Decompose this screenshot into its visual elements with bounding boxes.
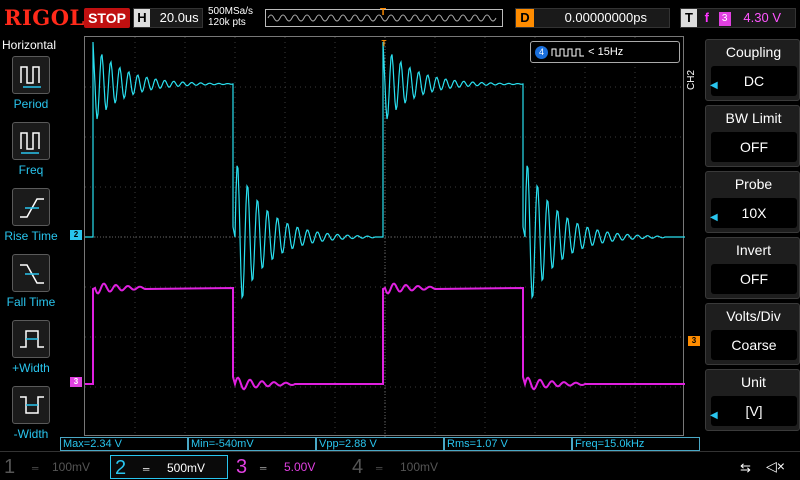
- left-arrow-icon: ◀: [710, 212, 718, 223]
- coupling-value: DC: [711, 66, 797, 96]
- dc-coupling-icon: ═: [32, 463, 39, 473]
- probe-title: Probe: [734, 176, 773, 192]
- waveform-canvas: [85, 37, 685, 437]
- measurement-min[interactable]: Min=-540mV: [188, 437, 316, 451]
- invert-item[interactable]: Invert OFF: [705, 237, 800, 299]
- sample-rate: 500MSa/s: [208, 6, 254, 17]
- measure-freq-item[interactable]: Freq: [0, 122, 60, 186]
- delay-box[interactable]: D 0.00000000ps: [515, 8, 670, 28]
- measure-neg-width-item[interactable]: -Width: [0, 386, 60, 450]
- measure-fall-time-item[interactable]: Fall Time: [0, 254, 60, 318]
- channel-2-box[interactable]: 2 ═ 500mV: [110, 455, 228, 479]
- channel-4-box[interactable]: 4 ═ 100mV: [348, 455, 458, 479]
- unit-item[interactable]: Unit [V] ◀: [705, 369, 800, 431]
- ch2-offset-marker[interactable]: 2: [70, 230, 82, 240]
- channel-bar: 1 ═ 100mV 2 ═ 500mV 3 ═ 5.00V 4 ═ 100mV …: [0, 451, 800, 480]
- top-status-bar: RIGOL STOP H 20.0us 500MSa/s 120k pts T …: [0, 0, 800, 36]
- delay-label: D: [516, 9, 534, 27]
- run-stop-status[interactable]: STOP: [84, 8, 130, 28]
- trigger-level-marker[interactable]: 3: [688, 336, 700, 346]
- bw-limit-title: BW Limit: [725, 110, 782, 126]
- channel-4-number: 4: [352, 456, 364, 478]
- trigger-box[interactable]: T f 3 4.30 V: [680, 8, 796, 28]
- frequency-counter: 4 < 15Hz: [530, 41, 680, 63]
- measure-period-item[interactable]: Period: [0, 56, 60, 120]
- bw-limit-item[interactable]: BW Limit OFF: [705, 105, 800, 167]
- measure-menu: Horizontal Period Freq Rise Time Fall Ti…: [0, 36, 60, 446]
- left-arrow-icon: ◀: [710, 80, 718, 91]
- speaker-muted-icon[interactable]: ◁×: [766, 458, 785, 475]
- timebase-value: 20.0us: [159, 10, 199, 25]
- rise-time-label: Rise Time: [4, 229, 58, 243]
- ch2-menu-tag: CH2: [686, 70, 697, 91]
- volts-div-value: Coarse: [711, 330, 797, 360]
- probe-item[interactable]: Probe 10X ◀: [705, 171, 800, 233]
- coupling-item[interactable]: Coupling DC ◀: [705, 39, 800, 101]
- trigger-position-marker[interactable]: T: [378, 39, 390, 49]
- channel-3-scale: 5.00V: [284, 460, 316, 474]
- rigol-logo: RIGOL: [4, 5, 85, 30]
- channel-3-box[interactable]: 3 ═ 5.00V: [232, 455, 342, 479]
- square-wave-icon: [551, 48, 585, 57]
- trigger-source: 3: [718, 12, 731, 26]
- channel-2-scale: 500mV: [167, 461, 206, 475]
- channel-menu: Coupling DC ◀ BW Limit OFF Probe 10X ◀ I…: [705, 36, 800, 446]
- dc-coupling-icon: ═: [260, 463, 267, 473]
- dc-coupling-icon: ═: [143, 464, 150, 474]
- invert-value: OFF: [711, 264, 797, 294]
- measurement-bar: Max=2.34 V Min=-540mV Vpp=2.88 V Rms=1.0…: [60, 437, 700, 451]
- counter-value: < 15Hz: [588, 46, 624, 58]
- rise-time-icon: [12, 188, 50, 226]
- delay-value: 0.00000000ps: [564, 10, 647, 25]
- waveform-display[interactable]: [84, 36, 685, 437]
- freq-label: Freq: [18, 163, 44, 177]
- ch3-offset-marker[interactable]: 3: [70, 377, 82, 387]
- fall-time-icon: [12, 254, 50, 292]
- channel-1-box[interactable]: 1 ═ 100mV: [0, 455, 110, 479]
- memory-trigger-marker: T: [380, 7, 387, 18]
- pos-width-icon: [12, 320, 50, 358]
- invert-title: Invert: [735, 242, 771, 258]
- volts-div-title: Volts/Div: [726, 308, 781, 324]
- dc-coupling-icon: ═: [376, 463, 383, 473]
- period-label: Period: [13, 97, 49, 111]
- memory-depth: 120k pts: [208, 17, 246, 28]
- channel-3-number: 3: [236, 456, 248, 478]
- channel-2-number: 2: [115, 457, 127, 479]
- pos-width-label: +Width: [12, 361, 50, 375]
- probe-value: 10X: [711, 198, 797, 228]
- bw-limit-value: OFF: [711, 132, 797, 162]
- acquisition-info: 500MSa/s 120k pts: [208, 6, 253, 28]
- menu-title: Horizontal: [2, 38, 57, 52]
- timebase-box[interactable]: H 20.0us: [133, 8, 203, 28]
- horizontal-label: H: [134, 9, 150, 27]
- left-arrow-icon: ◀: [710, 410, 718, 421]
- measure-rise-time-item[interactable]: Rise Time: [0, 188, 60, 252]
- unit-title: Unit: [741, 374, 766, 390]
- freq-icon: [12, 122, 50, 160]
- neg-width-label: -Width: [13, 427, 49, 441]
- trigger-label: T: [681, 9, 697, 27]
- measure-pos-width-item[interactable]: +Width: [0, 320, 60, 384]
- channel-4-scale: 100mV: [400, 460, 439, 474]
- unit-value: [V]: [711, 396, 797, 426]
- measurement-vpp[interactable]: Vpp=2.88 V: [316, 437, 444, 451]
- channel-1-number: 1: [4, 456, 16, 478]
- coupling-title: Coupling: [725, 44, 782, 60]
- period-icon: [12, 56, 50, 94]
- channel-1-scale: 100mV: [52, 460, 91, 474]
- falling-edge-icon: f: [704, 10, 709, 25]
- usb-icon: ⇆: [740, 460, 751, 475]
- measurement-freq[interactable]: Freq=15.0kHz: [572, 437, 700, 451]
- measurement-max[interactable]: Max=2.34 V: [60, 437, 188, 451]
- trigger-level: 4.30 V: [743, 10, 781, 25]
- counter-channel: 4: [535, 45, 548, 59]
- volts-div-item[interactable]: Volts/Div Coarse: [705, 303, 800, 365]
- fall-time-label: Fall Time: [6, 295, 56, 309]
- neg-width-icon: [12, 386, 50, 424]
- measurement-rms[interactable]: Rms=1.07 V: [444, 437, 572, 451]
